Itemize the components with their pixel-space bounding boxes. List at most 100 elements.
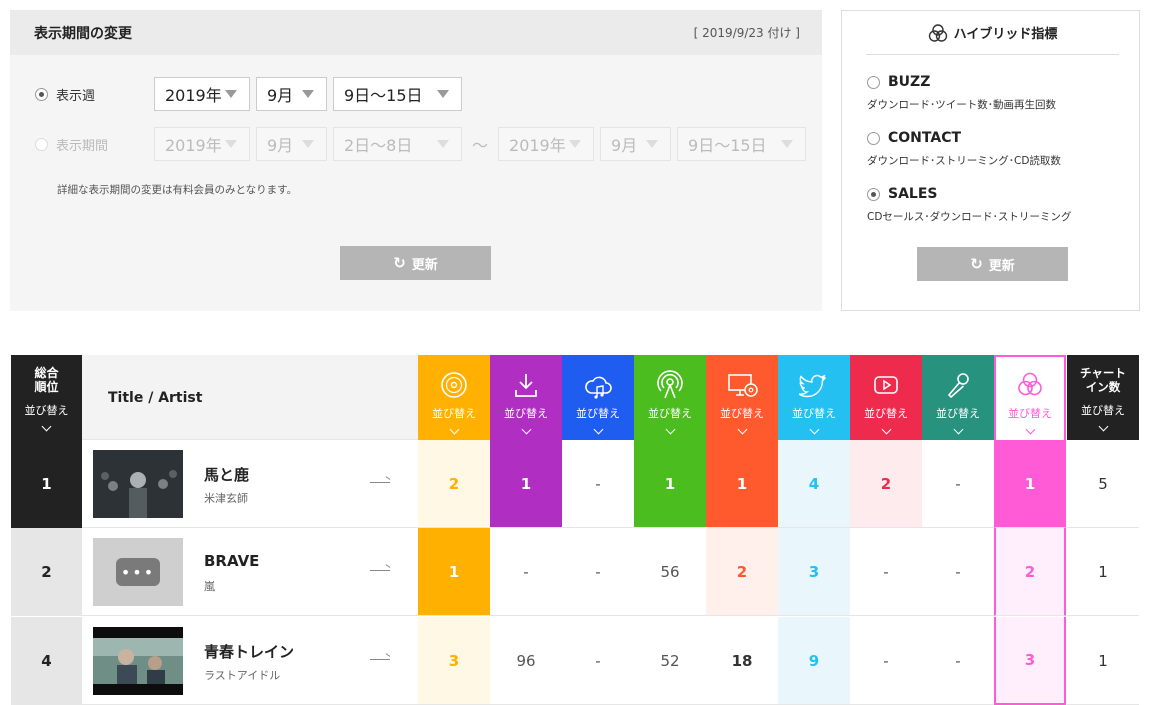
sort-header-cloud-music[interactable]: 並び替え [562,355,634,440]
chart-in-sort-header[interactable]: チャート イン数 並び替え [1067,355,1139,440]
range-to-days-select[interactable]: 9日〜15日 [677,127,807,161]
sort-header-karaoke-mic[interactable]: 並び替え [922,355,994,440]
week-days-select[interactable]: 9日〜15日 [333,77,462,111]
metric-cell: 18 [706,617,778,705]
chart-date: [ 2019/9/23 付け ] [693,26,800,40]
karaoke-mic-icon [947,373,969,399]
range-to-month-select[interactable]: 9月 [600,127,672,161]
more-icon: ••• [116,558,160,586]
hybrid-option-buzz[interactable]: BUZZ ダウンロード･ツイート数･動画再生回数 [867,74,1056,112]
hybrid-index-panel: ハイブリッド指標 BUZZ ダウンロード･ツイート数･動画再生回数 CONTAC… [841,10,1140,311]
sort-header-twitter[interactable]: 並び替え [778,355,850,440]
range-from-days-select[interactable]: 2日〜8日 [333,127,462,161]
table-row[interactable]: 馬と鹿 米津玄師 [82,440,418,528]
hybrid-circles-icon [928,23,947,42]
chart-in-cell: 1 [1067,528,1139,616]
metric-column-pc-cd: 並び替え 1 2 18 [706,355,778,705]
week-year-select[interactable]: 2019年 [154,77,250,111]
song-title[interactable]: 馬と鹿 [204,464,249,485]
metric-column-download: 並び替え 1-96 [490,355,562,705]
chevron-down-icon [449,424,459,435]
hybrid-option-contact[interactable]: CONTACT ダウンロード･ストリーミング･CD読取数 [867,130,1061,168]
metric-column-karaoke-mic: 並び替え - - - [922,355,994,705]
chart-in-cell: 5 [1067,440,1139,528]
youtube-icon [874,376,898,394]
artist-name[interactable]: ラストアイドル [204,667,280,683]
sort-header-hybrid-circles[interactable]: 並び替え [994,355,1066,440]
period-update-button[interactable]: ↻ 更新 [340,246,491,280]
chevron-down-icon [521,424,531,435]
period-change-panel: 表示期間の変更 [ 2019/9/23 付け ] 表示週 2019年 9月 9日… [10,10,822,311]
hybrid-update-button[interactable]: ↻ 更新 [917,247,1068,281]
metric-cell: - [922,617,994,705]
chevron-down-icon [437,140,449,148]
metric-cell: 2 [418,440,490,528]
cd-icon [441,372,467,398]
metric-cell: 1 [490,440,562,528]
period-header: 表示期間の変更 [ 2019/9/23 付け ] [10,10,822,55]
chevron-down-icon [302,90,314,98]
video-thumbnail[interactable] [93,627,183,695]
metric-cell: 3 [418,617,490,705]
sort-header-download[interactable]: 並び替え [490,355,562,440]
hybrid-title: ハイブリッド指標 [953,27,1058,42]
week-row: 表示週 2019年 9月 9日〜15日 [35,77,468,111]
title-artist-label: Title / Artist [108,390,203,406]
rank-sort-header[interactable]: 総合 順位 並び替え [11,355,82,440]
metric-cell: - [850,528,922,616]
chevron-down-icon [1025,424,1035,435]
song-title[interactable]: 青春トレイン [204,641,294,662]
pc-cd-icon [728,374,758,397]
range-from-year-select[interactable]: 2019年 [154,127,250,161]
chevron-down-icon [225,90,237,98]
twitter-icon [798,374,826,398]
sort-header-cd[interactable]: 並び替え [418,355,490,440]
song-title[interactable]: BRAVE [204,552,259,570]
range-from-month-select[interactable]: 9月 [256,127,327,161]
metric-column-twitter: 並び替え 4 3 9 [778,355,850,705]
sort-header-radio-broadcast[interactable]: 並び替え [634,355,706,440]
chevron-down-icon [665,424,675,435]
chevron-down-icon [809,424,819,435]
sales-radio[interactable] [867,187,880,201]
chevron-down-icon [881,424,891,435]
period-title: 表示期間の変更 [34,25,132,42]
metric-cell: 2 [994,528,1066,616]
download-icon [515,374,537,397]
metric-cell: - [490,528,562,616]
buzz-radio[interactable] [867,75,880,89]
title-artist-header: Title / Artist [82,355,418,440]
table-row[interactable]: ••• BRAVE 嵐 [82,528,418,616]
rank-cell: 4 [11,617,82,705]
members-note: 詳細な表示期間の変更は有料会員のみとなります。 [57,184,298,196]
radio-broadcast-icon [657,370,683,399]
chart-in-cell: 1 [1067,617,1139,705]
contact-radio[interactable] [867,131,880,145]
range-radio[interactable] [35,137,48,151]
metric-cell: - [850,617,922,705]
trend-arrow-icon [370,659,390,660]
video-thumbnail[interactable]: ••• [93,538,183,606]
week-month-select[interactable]: 9月 [256,77,327,111]
hybrid-circles-icon [1018,372,1042,396]
rank-cell: 1 [11,440,82,528]
chevron-down-icon [41,421,52,431]
crowd-image [93,450,183,518]
metric-cell: - [562,528,634,616]
chevron-down-icon [1098,421,1108,431]
range-row: 表示期間 2019年 9月 2日〜8日 〜 2019年 9月 9日〜15日 [35,127,812,161]
range-label: 表示期間 [56,138,109,154]
video-thumbnail[interactable] [93,450,183,518]
sort-header-youtube[interactable]: 並び替え [850,355,922,440]
artist-name[interactable]: 米津玄師 [204,490,248,506]
table-row[interactable]: 青春トレイン ラストアイドル [82,617,418,705]
sort-header-pc-cd[interactable]: 並び替え [706,355,778,440]
train-image [93,627,183,695]
hybrid-option-sales[interactable]: SALES CDセールス･ダウンロード･ストリーミング [867,186,1071,224]
metric-cell: 96 [490,617,562,705]
metric-cell: 1 [634,440,706,528]
range-to-year-select[interactable]: 2019年 [498,127,595,161]
artist-name[interactable]: 嵐 [204,578,215,594]
week-radio[interactable] [35,87,48,101]
refresh-icon: ↻ [970,255,983,273]
